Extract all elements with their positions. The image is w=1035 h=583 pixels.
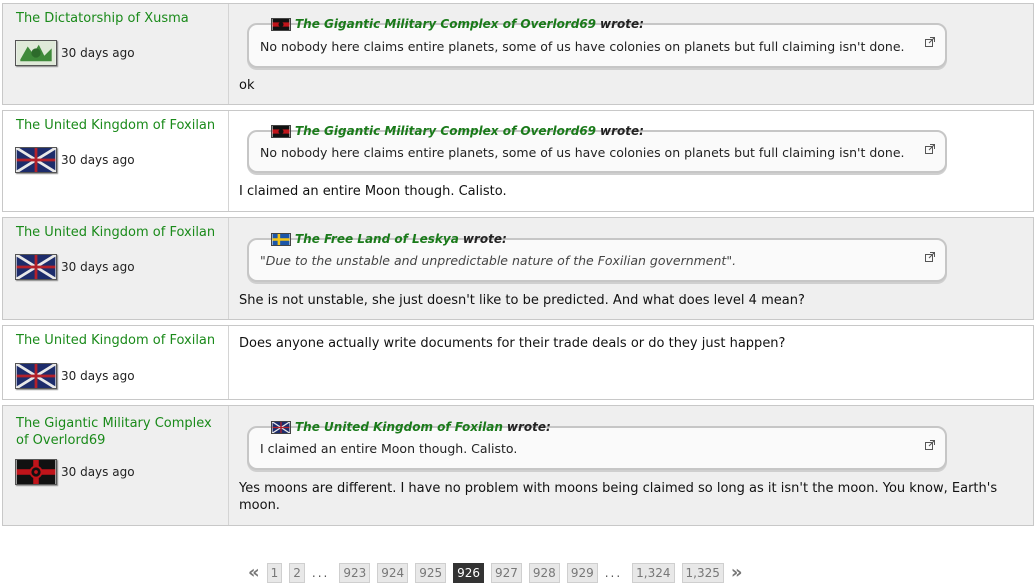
post-message: ok bbox=[239, 78, 255, 93]
quote-wrote-label: wrote: bbox=[506, 420, 551, 434]
quote-block: The United Kingdom of Foxilan wrote: I c… bbox=[247, 420, 947, 470]
post-meta: 30 days ago bbox=[15, 459, 135, 485]
post: The Gigantic Military Complex of Overlor… bbox=[2, 405, 1034, 526]
nation-flag-icon[interactable] bbox=[15, 363, 57, 389]
page-link[interactable]: 929 bbox=[566, 562, 598, 583]
nation-flag-icon[interactable] bbox=[15, 147, 57, 173]
post: The United Kingdom of Foxilan 30 days ag… bbox=[2, 110, 1034, 212]
post-meta: 30 days ago bbox=[15, 40, 135, 66]
nation-flag-icon[interactable] bbox=[15, 254, 57, 280]
post-meta: 30 days ago bbox=[15, 363, 135, 389]
quote-text: No nobody here claims entire planets, so… bbox=[260, 39, 905, 54]
quote-wrote-label: wrote: bbox=[600, 17, 644, 31]
author-name-line1: The Gigantic Military Complex bbox=[16, 416, 212, 431]
external-link-icon[interactable] bbox=[925, 440, 935, 450]
post-author-panel: The United Kingdom of Foxilan 30 days ag… bbox=[3, 111, 229, 211]
page-link[interactable]: 2 bbox=[289, 562, 305, 583]
post-message-line1: Yes moons are different. I have no probl… bbox=[239, 481, 998, 496]
first-page-arrow-icon[interactable]: « bbox=[248, 562, 260, 583]
author-name-line2: of Overlord69 bbox=[16, 433, 106, 448]
nation-flag-icon bbox=[271, 124, 291, 138]
page-link[interactable]: 1,325 bbox=[681, 562, 724, 583]
pagination: « 1 2 ... 923 924 925 926 927 928 929 ..… bbox=[248, 562, 750, 583]
quote-header: The United Kingdom of Foxilan wrote: bbox=[271, 420, 551, 434]
post-meta: 30 days ago bbox=[15, 147, 135, 173]
quote-author-link[interactable]: The Gigantic Military Complex of Overlor… bbox=[295, 124, 596, 138]
page-link[interactable]: 927 bbox=[491, 562, 522, 583]
external-link-icon[interactable] bbox=[925, 252, 935, 262]
quote-block: The Free Land of Leskya wrote: "Due to t… bbox=[247, 232, 947, 282]
nation-flag-icon bbox=[271, 17, 291, 31]
quote-wrote-label: wrote: bbox=[462, 232, 507, 246]
page-link[interactable]: 925 bbox=[415, 562, 447, 583]
nation-flag-icon[interactable] bbox=[15, 459, 57, 485]
post-message: She is not unstable, she just doesn't li… bbox=[239, 293, 805, 308]
post-time: 30 days ago bbox=[61, 153, 135, 167]
post-body: The Gigantic Military Complex of Overlor… bbox=[229, 111, 1033, 211]
quote-author-link[interactable]: The Gigantic Military Complex of Overlor… bbox=[295, 17, 596, 31]
page-link[interactable]: 928 bbox=[528, 562, 560, 583]
author-link[interactable]: The United Kingdom of Foxilan bbox=[16, 332, 228, 349]
author-link[interactable]: The Gigantic Military Complex of Overlor… bbox=[16, 415, 228, 449]
post: The United Kingdom of Foxilan 30 days ag… bbox=[2, 325, 1034, 400]
quote-text: "Due to the unstable and unpredictable n… bbox=[260, 253, 737, 268]
post-meta: 30 days ago bbox=[15, 254, 135, 280]
post: The Dictatorship of Xusma 30 days ago Th… bbox=[2, 3, 1034, 105]
post-time: 30 days ago bbox=[61, 369, 135, 383]
post-message: I claimed an entire Moon though. Calisto… bbox=[239, 184, 507, 199]
post-author-panel: The United Kingdom of Foxilan 30 days ag… bbox=[3, 326, 229, 399]
post-author-panel: The Dictatorship of Xusma 30 days ago bbox=[3, 4, 229, 104]
quote-block: The Gigantic Military Complex of Overlor… bbox=[247, 124, 947, 173]
nation-flag-icon bbox=[271, 420, 291, 434]
nation-flag-icon bbox=[271, 232, 291, 246]
post-time: 30 days ago bbox=[61, 260, 135, 274]
quote-author-link[interactable]: The Free Land of Leskya bbox=[295, 232, 459, 246]
last-page-arrow-icon[interactable]: » bbox=[731, 562, 743, 583]
author-link[interactable]: The United Kingdom of Foxilan bbox=[16, 224, 228, 241]
post-message: Yes moons are different. I have no probl… bbox=[239, 480, 997, 514]
page-link[interactable]: 923 bbox=[339, 562, 371, 583]
external-link-icon[interactable] bbox=[925, 144, 935, 154]
quote-header: The Gigantic Military Complex of Overlor… bbox=[271, 124, 644, 138]
page-link[interactable]: 924 bbox=[377, 562, 409, 583]
post-body: The Free Land of Leskya wrote: "Due to t… bbox=[229, 218, 1033, 319]
quote-text: I claimed an entire Moon though. Calisto… bbox=[260, 441, 518, 456]
quote-header: The Gigantic Military Complex of Overlor… bbox=[271, 17, 644, 31]
current-page: 926 bbox=[453, 562, 484, 583]
quote-wrote-label: wrote: bbox=[600, 124, 644, 138]
author-link[interactable]: The United Kingdom of Foxilan bbox=[16, 117, 228, 134]
post-body: The United Kingdom of Foxilan wrote: I c… bbox=[229, 406, 1033, 525]
post-time: 30 days ago bbox=[61, 46, 135, 60]
quote-header: The Free Land of Leskya wrote: bbox=[271, 232, 507, 246]
page-link[interactable]: 1,324 bbox=[632, 562, 675, 583]
post-time: 30 days ago bbox=[61, 465, 135, 479]
quote-text: No nobody here claims entire planets, so… bbox=[260, 145, 905, 160]
pager-ellipsis: ... bbox=[604, 565, 623, 580]
post-author-panel: The United Kingdom of Foxilan 30 days ag… bbox=[3, 218, 229, 319]
post-message: Does anyone actually write documents for… bbox=[239, 336, 786, 351]
post-body: The Gigantic Military Complex of Overlor… bbox=[229, 4, 1033, 104]
post-message-line2: moon. bbox=[239, 498, 280, 513]
quote-author-link[interactable]: The United Kingdom of Foxilan bbox=[295, 420, 503, 434]
post: The United Kingdom of Foxilan 30 days ag… bbox=[2, 217, 1034, 320]
author-link[interactable]: The Dictatorship of Xusma bbox=[16, 10, 228, 27]
quote-block: The Gigantic Military Complex of Overlor… bbox=[247, 17, 947, 68]
post-author-panel: The Gigantic Military Complex of Overlor… bbox=[3, 406, 229, 525]
page-link[interactable]: 1 bbox=[266, 562, 283, 583]
nation-flag-icon[interactable] bbox=[15, 40, 57, 66]
external-link-icon[interactable] bbox=[925, 37, 935, 47]
pager-ellipsis: ... bbox=[311, 565, 330, 580]
post-body: Does anyone actually write documents for… bbox=[229, 326, 1033, 399]
